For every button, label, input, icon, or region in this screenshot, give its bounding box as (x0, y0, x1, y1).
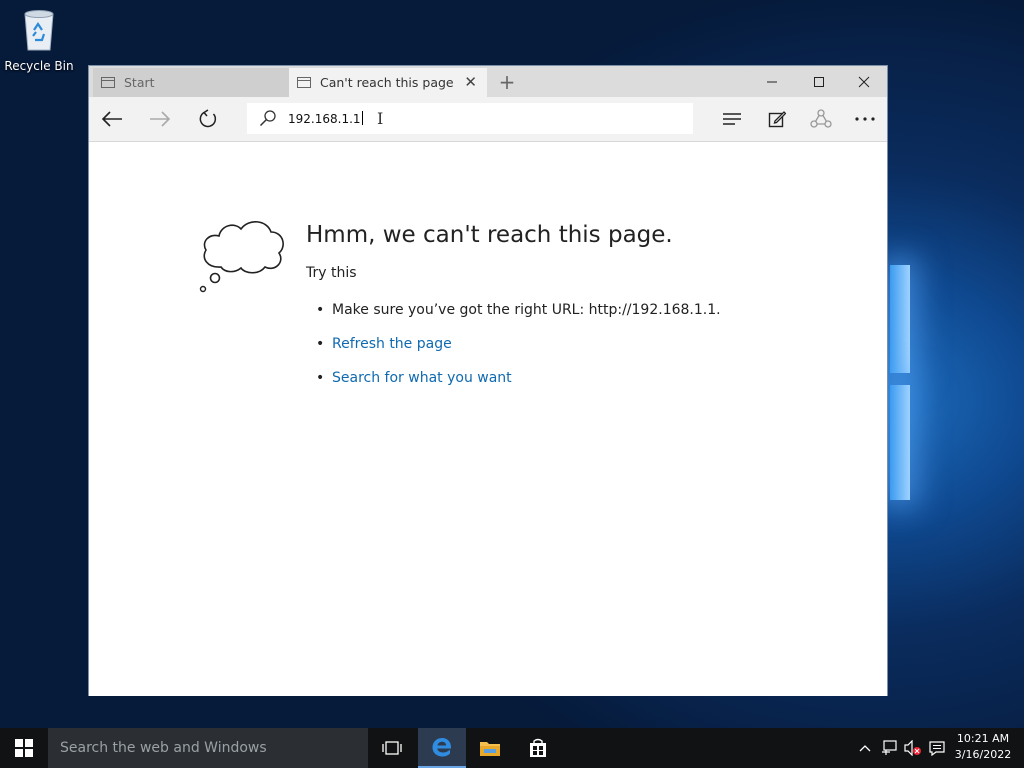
new-tab-button[interactable]: + (495, 70, 519, 94)
recycle-bin-graphic (24, 10, 54, 51)
forward-arrow-icon (150, 111, 171, 127)
text-cursor-icon: I (377, 109, 384, 128)
clock-date: 3/16/2022 (954, 748, 1012, 761)
start-button[interactable] (0, 728, 48, 768)
tab-label: Can't reach this page (320, 75, 454, 90)
error-headline: Hmm, we can't reach this page. (306, 222, 673, 248)
volume-tray-button[interactable] (902, 728, 924, 768)
tab-start[interactable]: Start (93, 68, 289, 97)
refresh-link[interactable]: Refresh the page (332, 336, 452, 352)
chevron-up-icon (859, 745, 871, 752)
close-window-button[interactable] (841, 66, 887, 97)
suggestion-text: Make sure you’ve got the right URL: http… (332, 302, 721, 318)
web-note-icon (768, 111, 786, 128)
edge-icon (432, 738, 452, 757)
minimize-icon (767, 81, 777, 82)
taskbar: Search the web and Windows 10:21 AM 3/16… (0, 728, 1024, 768)
action-center-button[interactable] (926, 728, 948, 768)
back-arrow-icon (101, 111, 122, 127)
windows-start-icon (15, 739, 33, 757)
tab-label: Start (124, 75, 155, 90)
task-view-button[interactable] (368, 728, 416, 768)
share-icon (810, 109, 832, 128)
tab-page-icon (101, 77, 115, 88)
refresh-button[interactable] (193, 105, 223, 133)
page-content: Hmm, we can't reach this page. Try this … (89, 142, 887, 696)
suggestion-list: Make sure you’ve got the right URL: http… (316, 302, 721, 404)
taskbar-search-box[interactable]: Search the web and Windows (48, 728, 368, 768)
network-icon (882, 740, 897, 755)
try-this-label: Try this (306, 265, 357, 281)
navigation-bar: 192.168.1.1 I (89, 97, 887, 142)
thought-cloud-icon (199, 221, 284, 293)
recycle-bin-icon[interactable]: Recycle Bin (4, 6, 74, 73)
forward-button[interactable] (145, 105, 175, 133)
minimize-button[interactable] (749, 66, 795, 97)
show-hidden-icons-button[interactable] (856, 728, 874, 768)
back-button[interactable] (97, 105, 127, 133)
suggestion-check-url: Make sure you’ve got the right URL: http… (316, 302, 721, 336)
search-icon (259, 110, 276, 127)
notification-icon (929, 740, 945, 756)
edge-taskbar-button[interactable] (418, 728, 466, 768)
refresh-icon (199, 109, 217, 128)
file-explorer-button[interactable] (466, 728, 514, 768)
text-caret (361, 111, 363, 125)
network-tray-button[interactable] (878, 728, 900, 768)
maximize-button[interactable] (796, 66, 842, 97)
address-text: 192.168.1.1 (288, 112, 361, 126)
more-icon (855, 117, 875, 121)
store-button[interactable] (514, 728, 562, 768)
web-note-button[interactable] (762, 105, 792, 133)
maximize-icon (814, 76, 824, 87)
search-link[interactable]: Search for what you want (332, 370, 512, 386)
address-input[interactable]: 192.168.1.1 (288, 111, 363, 126)
suggestion-search: Search for what you want (316, 370, 721, 404)
suggestion-refresh: Refresh the page (316, 336, 721, 370)
folder-icon (480, 742, 500, 756)
hub-icon (723, 113, 741, 125)
edge-window: Start Can't reach this page ✕ + 192.168.… (88, 65, 888, 696)
taskbar-search-placeholder: Search the web and Windows (60, 740, 267, 756)
volume-muted-icon (904, 740, 921, 756)
hub-button[interactable] (717, 105, 747, 133)
address-bar[interactable]: 192.168.1.1 I (247, 103, 693, 134)
more-button[interactable] (850, 105, 880, 133)
share-button[interactable] (806, 105, 836, 133)
recycle-bin-label: Recycle Bin (4, 59, 74, 73)
tab-page-icon (297, 77, 311, 88)
title-bar: Start Can't reach this page ✕ + (89, 66, 887, 97)
clock[interactable]: 10:21 AM 3/16/2022 (950, 731, 1016, 763)
store-icon (530, 738, 546, 757)
clock-time: 10:21 AM (956, 732, 1010, 745)
task-view-icon (382, 741, 402, 755)
close-icon (858, 76, 870, 87)
tab-cant-reach[interactable]: Can't reach this page ✕ (289, 68, 487, 97)
close-tab-icon[interactable]: ✕ (464, 73, 477, 91)
